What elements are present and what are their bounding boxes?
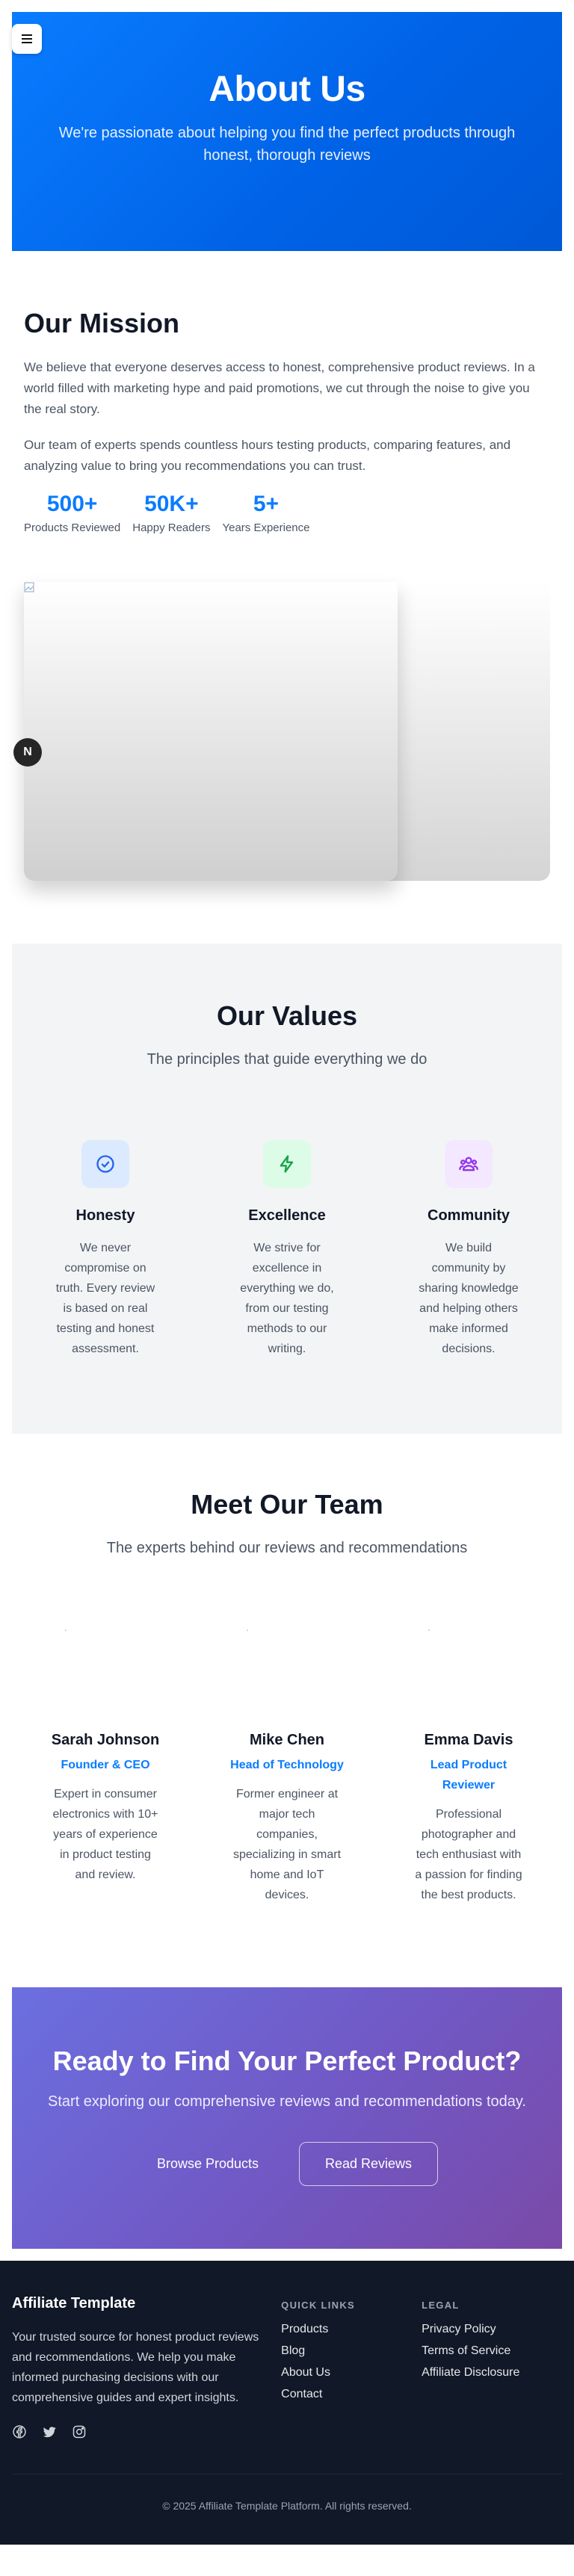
mission-paragraph: Our team of experts spends countless hou… <box>24 438 511 473</box>
cta-title: Ready to Find Your Perfect Product? <box>52 2046 522 2076</box>
stat-value: 50K+ <box>144 492 199 516</box>
stat-item: 5+ Years Experience <box>222 492 309 534</box>
footer-brand-name[interactable]: Affiliate Template <box>12 2295 281 2312</box>
instagram-icon[interactable] <box>72 2424 87 2439</box>
footer-link-terms[interactable]: Terms of Service <box>422 2344 562 2358</box>
menu-button[interactable] <box>12 24 42 54</box>
value-card: Excellence We strive for excellence in e… <box>223 1140 351 1359</box>
stat-value: 5+ <box>253 492 280 516</box>
member-bio: Professional photographer and tech enthu… <box>415 1808 522 1901</box>
footer-quick-links: QUICK LINKS Products Blog About Us Conta… <box>281 2295 422 2439</box>
browse-products-button[interactable]: Browse Products <box>136 2146 280 2182</box>
facebook-icon[interactable] <box>12 2424 27 2439</box>
copyright: © 2025 Affiliate Template Platform. All … <box>12 2474 562 2545</box>
team-subtitle: The experts behind our reviews and recom… <box>106 1540 468 1556</box>
team-member-card: ' Emma Davis Lead Product Reviewer Profe… <box>405 1629 532 1905</box>
value-icon-box <box>81 1140 129 1188</box>
footer-link-disclosure[interactable]: Affiliate Disclosure <box>422 2366 562 2380</box>
cta-section: Ready to Find Your Perfect Product? Star… <box>12 1987 562 2249</box>
broken-image-icon <box>24 582 34 592</box>
check-circle-icon <box>96 1155 114 1173</box>
value-icon-box <box>263 1140 311 1188</box>
values-title: Our Values <box>216 1000 358 1031</box>
value-text: We build community by sharing knowledge … <box>419 1242 519 1355</box>
member-name: Mike Chen <box>249 1732 325 1748</box>
social-links <box>12 2424 281 2439</box>
member-bio: Former engineer at major tech companies,… <box>232 1788 342 1901</box>
hero-section: About Us We're passionate about helping … <box>12 12 562 251</box>
users-icon <box>459 1157 478 1171</box>
member-photo: ' <box>65 1629 67 1637</box>
stat-label: Years Experience <box>222 521 310 534</box>
member-role: Head of Technology <box>230 1759 344 1771</box>
value-title: Community <box>428 1207 510 1224</box>
twitter-icon[interactable] <box>42 2424 57 2439</box>
member-photo: ' <box>247 1629 248 1637</box>
hero-subtitle: We're passionate about helping you find … <box>58 125 516 164</box>
mission-paragraph: We believe that everyone deserves access… <box>24 360 535 416</box>
stat-label: Happy Readers <box>132 521 211 534</box>
values-section: Our Values The principles that guide eve… <box>12 944 562 1434</box>
team-section: Meet Our Team The experts behind our rev… <box>12 1434 562 1987</box>
team-member-card: ' Sarah Johnson Founder & CEO Expert in … <box>42 1629 169 1905</box>
stat-item: 500+ Products Reviewed <box>24 492 120 534</box>
cta-subtitle: Start exploring our comprehensive review… <box>48 2093 526 2110</box>
stats-row: 500+ Products Reviewed 50K+ Happy Reader… <box>24 492 550 534</box>
cta-buttons: Browse Products Read Reviews <box>12 2142 562 2186</box>
lightning-icon <box>280 1155 294 1173</box>
value-card: Community We build community by sharing … <box>405 1140 532 1359</box>
value-text: We never compromise on truth. Every revi… <box>55 1242 155 1355</box>
mission-title: Our Mission <box>24 308 180 338</box>
value-card: Honesty We never compromise on truth. Ev… <box>42 1140 169 1359</box>
footer-legal: LEGAL Privacy Policy Terms of Service Af… <box>422 2295 562 2439</box>
member-name: Emma Davis <box>424 1732 513 1748</box>
front-image <box>24 582 398 881</box>
member-photo: ' <box>428 1629 430 1637</box>
member-name: Sarah Johnson <box>51 1732 160 1748</box>
member-role: Founder & CEO <box>61 1759 150 1771</box>
team-grid: ' Sarah Johnson Founder & CEO Expert in … <box>12 1629 562 1905</box>
values-subtitle: The principles that guide everything we … <box>146 1051 428 1068</box>
legal-title: LEGAL <box>422 2300 460 2311</box>
value-title: Excellence <box>248 1207 326 1224</box>
member-role: Lead Product Reviewer <box>430 1759 507 1792</box>
stat-item: 50K+ Happy Readers <box>132 492 210 534</box>
footer-link-about[interactable]: About Us <box>281 2366 422 2380</box>
value-text: We strive for excellence in everything w… <box>240 1242 334 1355</box>
value-title: Honesty <box>75 1207 135 1224</box>
team-title: Meet Our Team <box>191 1489 383 1520</box>
values-grid: Honesty We never compromise on truth. Ev… <box>12 1140 562 1359</box>
stat-value: 500+ <box>46 492 98 516</box>
footer-top: Affiliate Template Your trusted source f… <box>12 2295 562 2439</box>
team-member-card: ' Mike Chen Head of Technology Former en… <box>223 1629 351 1905</box>
quick-links-title: QUICK LINKS <box>281 2300 355 2311</box>
mission-section: Our Mission We believe that everyone des… <box>12 251 562 944</box>
hero-title: About Us <box>209 69 365 109</box>
footer-description: Your trusted source for honest product r… <box>12 2331 259 2404</box>
hamburger-icon <box>22 34 32 43</box>
footer-link-contact[interactable]: Contact <box>281 2388 422 2401</box>
member-bio: Expert in consumer electronics with 10+ … <box>52 1788 158 1881</box>
mission-images <box>24 582 550 881</box>
footer-brand: Affiliate Template Your trusted source f… <box>12 2295 281 2439</box>
footer-link-blog[interactable]: Blog <box>281 2344 422 2358</box>
footer: Affiliate Template Your trusted source f… <box>0 2261 574 2545</box>
read-reviews-button[interactable]: Read Reviews <box>299 2142 439 2186</box>
n-badge[interactable]: N <box>13 738 42 767</box>
footer-link-privacy[interactable]: Privacy Policy <box>422 2323 562 2336</box>
footer-link-products[interactable]: Products <box>281 2323 422 2336</box>
value-icon-box <box>445 1140 493 1188</box>
stat-label: Products Reviewed <box>24 521 121 534</box>
